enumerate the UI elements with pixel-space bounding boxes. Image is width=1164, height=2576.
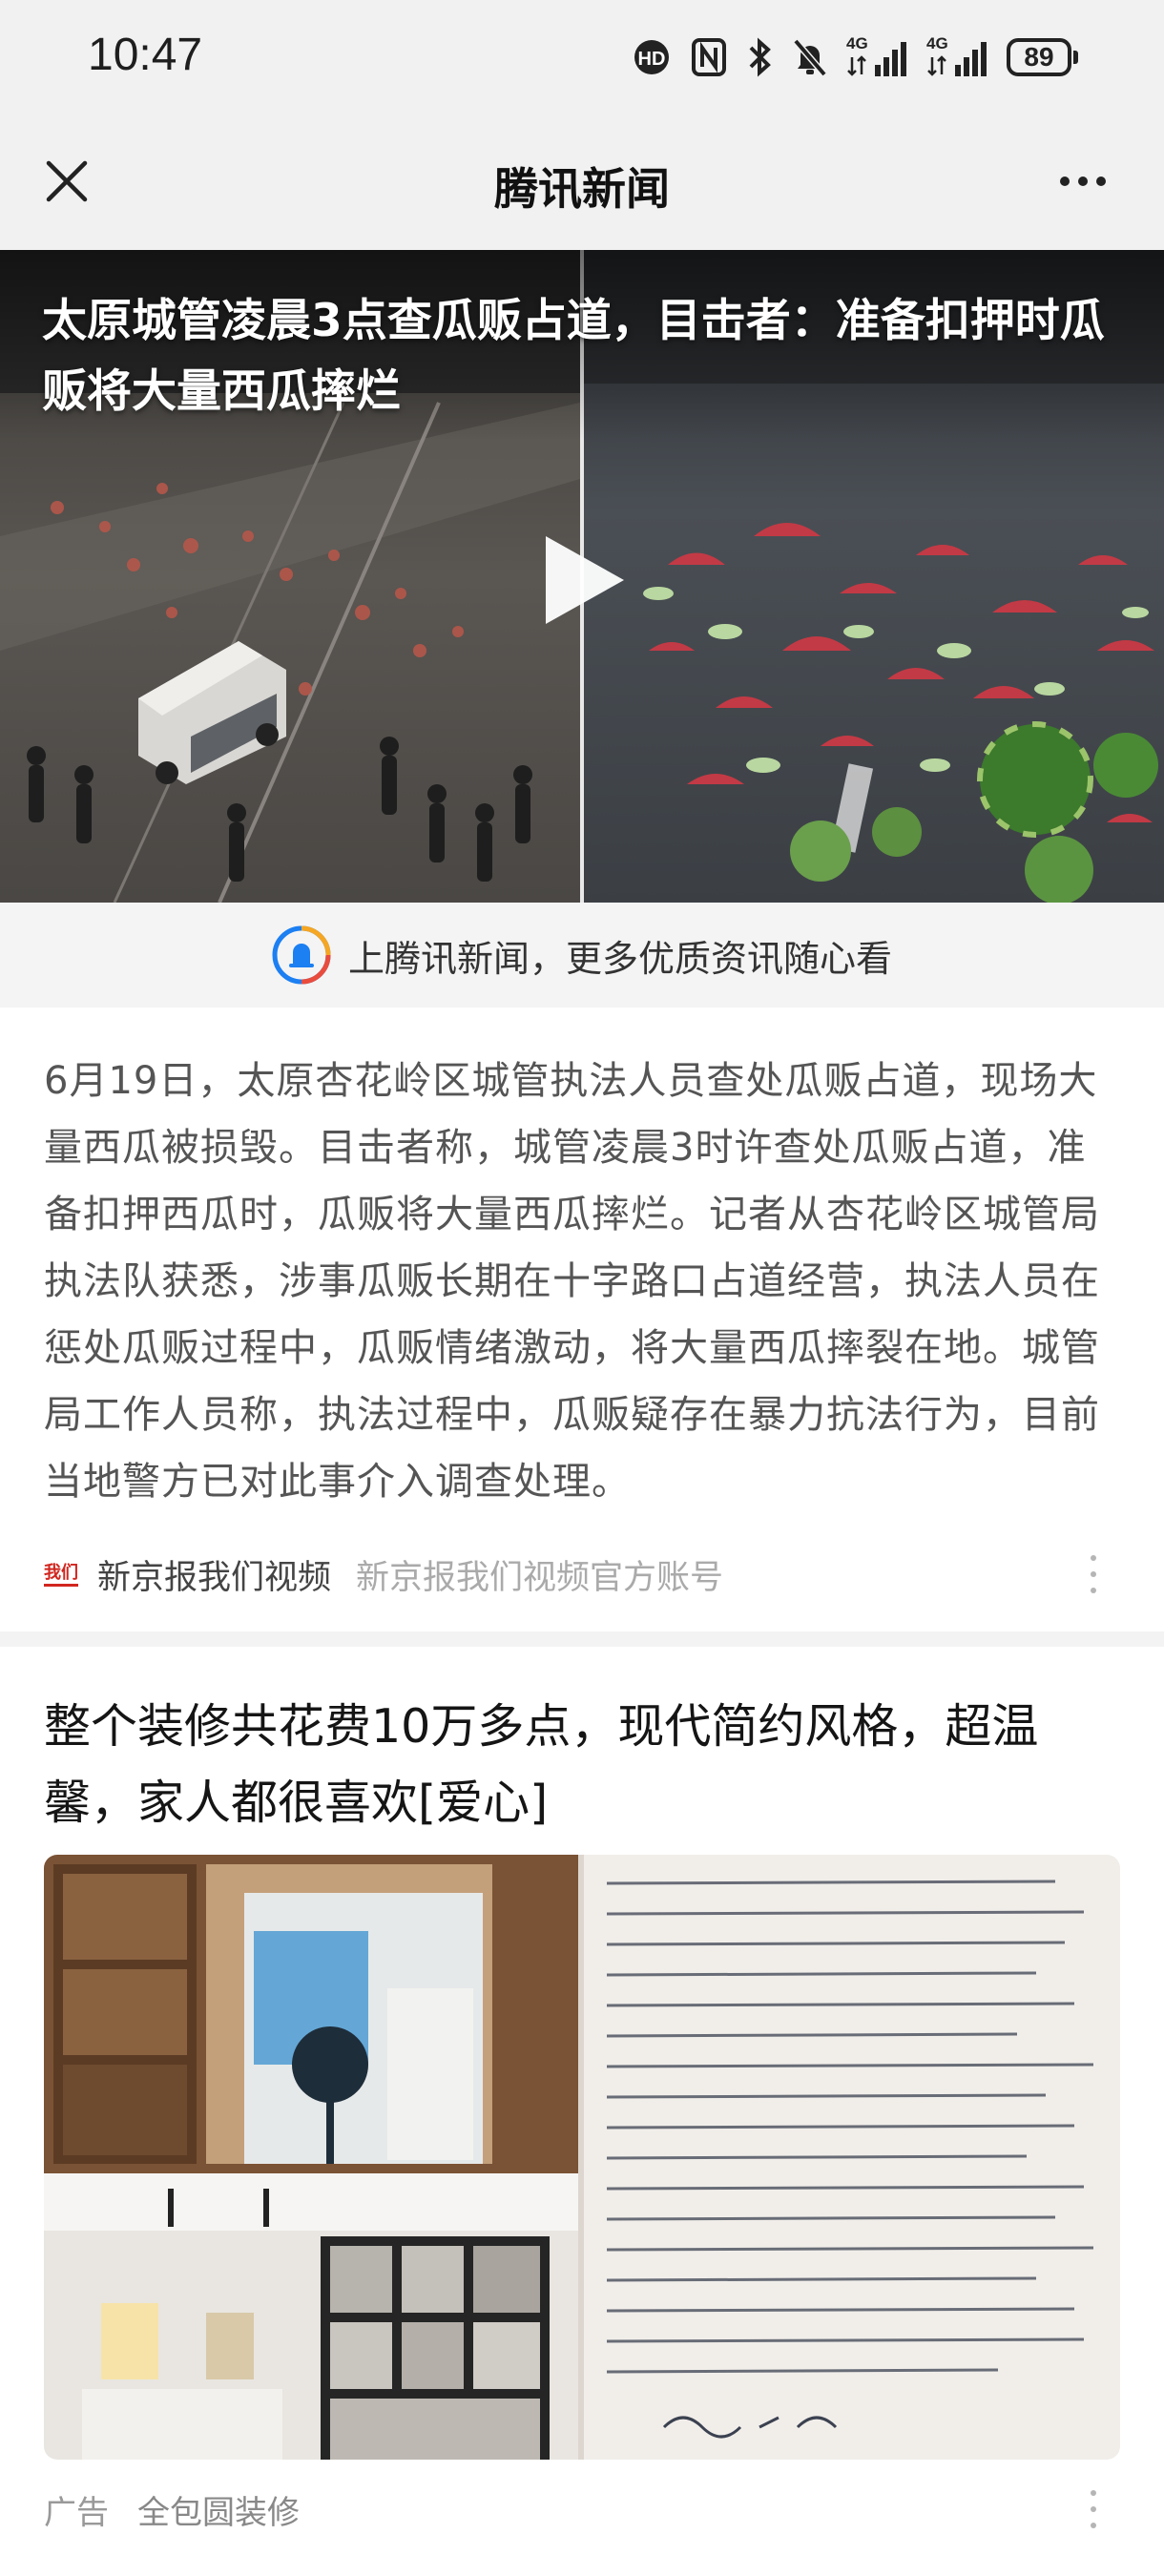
battery-level: 89 [1007,38,1071,76]
section-divider [0,1631,1164,1647]
source-row: 我们 新京报我们视频 新京报我们视频官方账号 [44,1546,1132,1603]
app-title: 腾讯新闻 [494,163,670,215]
post-title[interactable]: 整个装修共花费10万多点，现代简约风格，超温馨，家人都很喜欢[爱心] [44,1689,1122,1841]
ad-row: 广告 全包圆装修 [44,2481,1132,2538]
title-bar: 腾讯新闻 [0,114,1164,250]
tencent-news-logo-icon [272,925,331,985]
status-time: 10:47 [88,30,203,80]
ad-more-button[interactable] [1084,2490,1103,2528]
hd-call-icon: HD [634,40,669,74]
kebab-icon [1091,1555,1096,1561]
source-description: 新京报我们视频官方账号 [356,1558,724,1597]
status-icons: HD 4G 4G 89 [631,34,1078,80]
source-name[interactable]: 新京报我们视频 [97,1550,331,1599]
ad-label: 广告 [44,2493,109,2532]
post-images [44,1855,1120,2460]
source-logo: 我们 [44,1563,78,1587]
battery-icon: 89 [1007,38,1078,76]
post-image-grid[interactable] [44,1855,1120,2460]
svg-text:HD: HD [638,49,666,70]
nfc-icon [692,38,726,76]
status-bar: 10:47 HD 4G 4G 89 [0,0,1164,114]
open-app-banner[interactable]: 上腾讯新闻，更多优质资讯随心看 [0,903,1164,1008]
more-button[interactable] [1040,143,1126,219]
ad-brand[interactable]: 全包圆装修 [137,2486,300,2533]
signal-4g-icon-2: 4G [926,34,989,78]
bluetooth-icon [749,37,771,77]
mute-bell-icon [793,38,827,77]
video-player[interactable]: 太原城管凌晨3点查瓜贩占道，目击者：准备扣押时瓜贩将大量西瓜摔烂 [0,250,1164,903]
kebab-icon [1091,2490,1096,2496]
promo-text: 上腾讯新闻，更多优质资讯随心看 [347,937,892,980]
article-more-button[interactable] [1084,1555,1103,1593]
signal-4g-icon-1: 4G [846,34,909,78]
article-body: 6月19日，太原杏花岭区城管执法人员查处瓜贩占道，现场大量西瓜被损毁。目击者称，… [44,1059,1100,1504]
more-dots-icon [1060,177,1070,186]
video-title: 太原城管凌晨3点查瓜贩占道，目击者：准备扣押时瓜贩将大量西瓜摔烂 [42,295,1105,418]
